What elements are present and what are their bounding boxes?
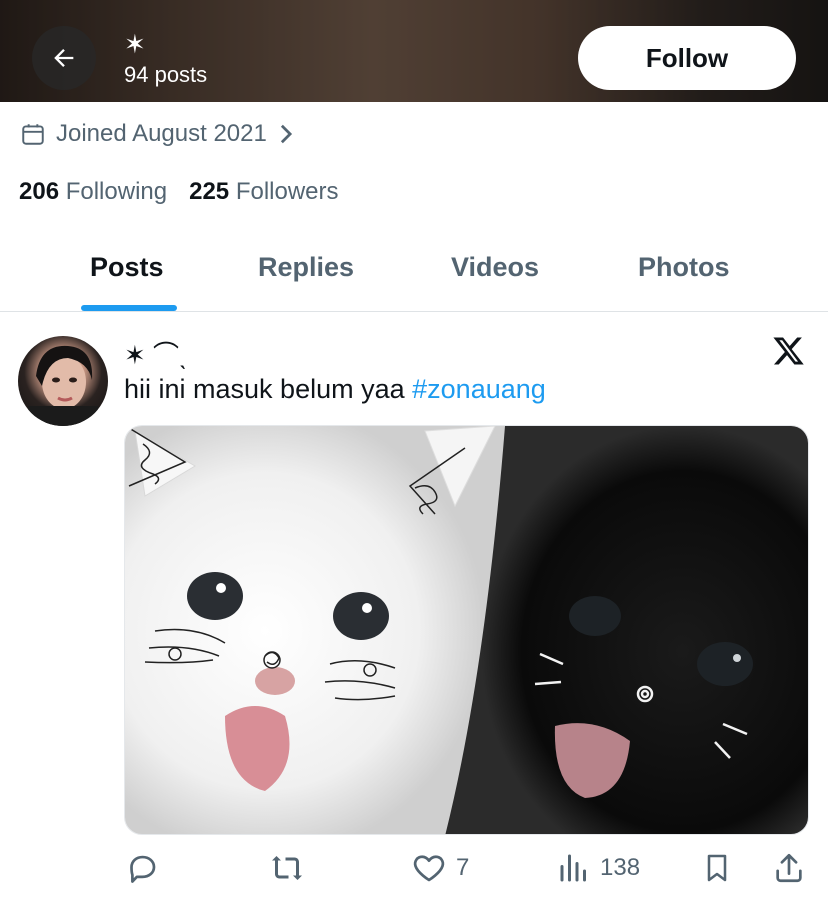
kittens-photo	[125, 426, 808, 834]
header-posts-count: 94 posts	[124, 62, 208, 87]
tab-videos[interactable]: Videos	[451, 252, 539, 283]
following-stat[interactable]: 206 Following	[19, 178, 167, 206]
tab-replies[interactable]: Replies	[258, 252, 354, 283]
follow-button[interactable]: Follow	[578, 26, 796, 90]
followers-count: 225	[189, 178, 230, 205]
arrow-left-icon	[54, 49, 74, 67]
views-count: 138	[600, 854, 641, 881]
reply-icon	[130, 855, 156, 883]
like-button[interactable]: 7	[410, 850, 469, 886]
post-body: hii ini masuk belum yaa	[124, 374, 413, 404]
back-button[interactable]	[32, 26, 96, 90]
bookmark-button[interactable]	[701, 850, 733, 886]
repost-icon	[272, 856, 302, 880]
post-text: hii ini masuk belum yaa #zonauang	[124, 374, 546, 405]
views-button[interactable]: 138	[556, 850, 640, 886]
following-count: 206	[19, 178, 60, 205]
joined-date[interactable]: Joined August 2021	[20, 120, 295, 148]
repost-button[interactable]	[268, 850, 314, 886]
header-profile-name: ✶	[124, 29, 146, 59]
like-count: 7	[456, 854, 470, 881]
tab-posts[interactable]: Posts	[90, 252, 164, 283]
bookmark-icon	[707, 854, 727, 882]
profile-tabs: Posts Replies Videos Photos	[0, 236, 828, 312]
post-author-name[interactable]: ✶ ⌒ˎ	[124, 335, 188, 372]
post-media-image[interactable]	[124, 425, 809, 835]
calendar-icon	[22, 124, 44, 145]
tab-photos[interactable]: Photos	[638, 252, 730, 283]
x-logo-icon	[773, 337, 804, 365]
joined-label: Joined August 2021	[56, 120, 267, 147]
post-actions: 7 138	[124, 850, 814, 894]
followers-label: Followers	[235, 178, 339, 205]
share-icon	[776, 853, 802, 883]
follow-stats: 206 Following 225 Followers	[19, 178, 339, 206]
bar-chart-icon	[560, 854, 586, 882]
share-button[interactable]	[772, 850, 806, 886]
heart-icon	[413, 855, 445, 882]
hashtag-link[interactable]: #zonauang	[412, 374, 546, 404]
avatar[interactable]	[18, 336, 108, 426]
active-tab-indicator	[81, 305, 177, 311]
chevron-right-icon	[280, 124, 292, 144]
avatar-photo	[28, 345, 98, 426]
reply-button[interactable]	[124, 850, 168, 886]
following-label: Following	[65, 178, 168, 205]
followers-stat[interactable]: 225 Followers	[189, 178, 338, 206]
